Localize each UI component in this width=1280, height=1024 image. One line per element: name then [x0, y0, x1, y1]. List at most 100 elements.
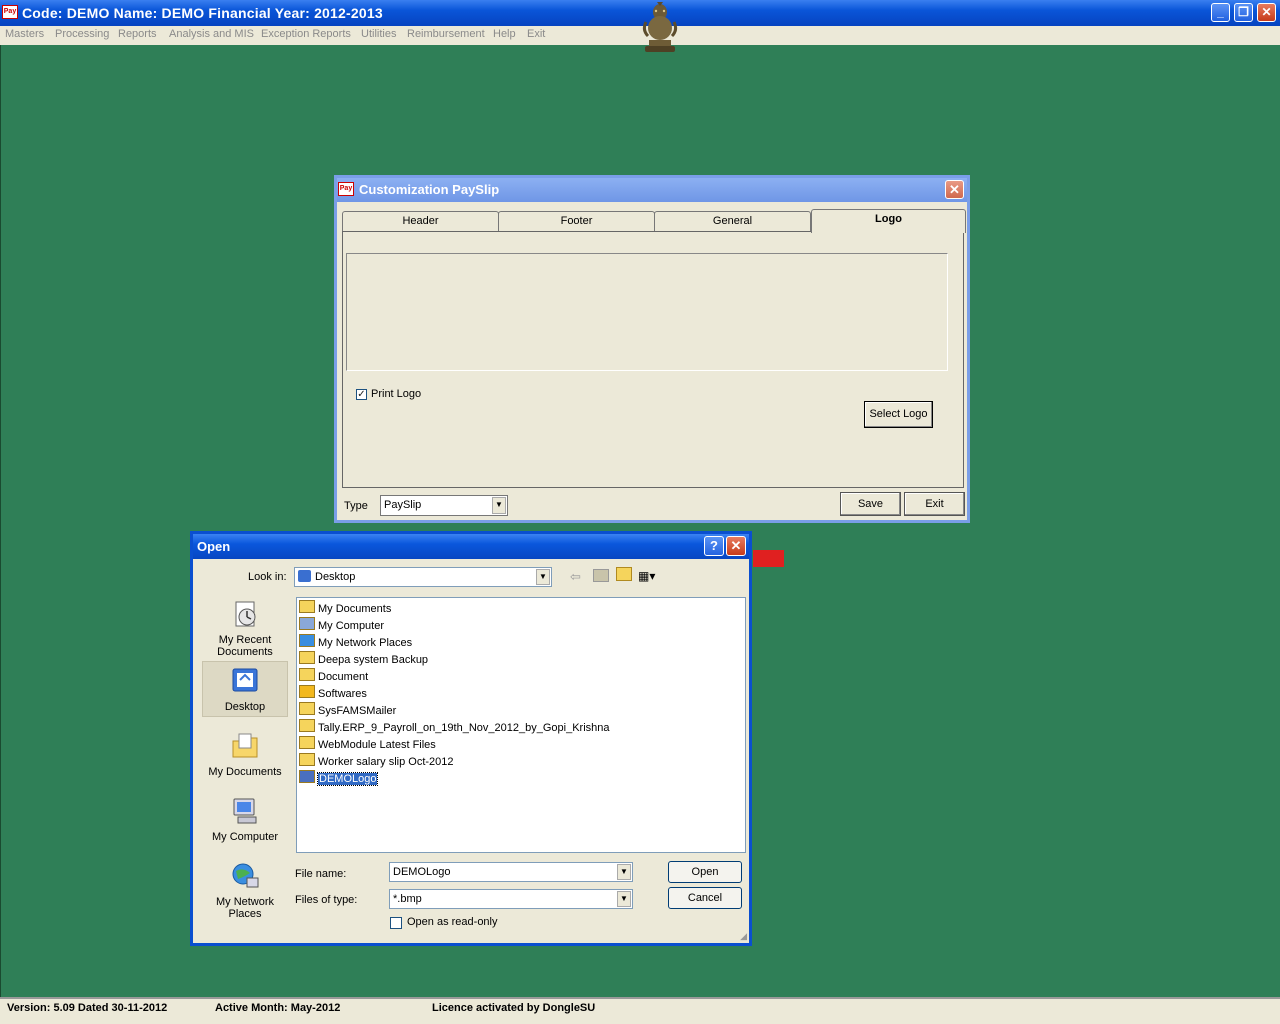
menu-exit[interactable]: Exit	[527, 28, 545, 40]
open-read-only-checkbox[interactable]	[390, 917, 402, 929]
chevron-down-icon[interactable]: ▼	[536, 569, 550, 585]
back-icon[interactable]: ⇦	[570, 569, 581, 585]
place-label: My Recent Documents	[217, 634, 273, 658]
close-button[interactable]: ✕	[726, 536, 746, 556]
file-list-item[interactable]: Tally.ERP_9_Payroll_on_19th_Nov_2012_by_…	[299, 719, 610, 735]
file-name: DEMOLogo	[316, 772, 379, 786]
look-in-select[interactable]: Desktop ▼	[294, 567, 552, 587]
file-list-item[interactable]: Deepa system Backup	[299, 651, 428, 667]
place-my-computer[interactable]: My Computer	[202, 796, 288, 843]
tab-general[interactable]: General	[654, 211, 811, 231]
status-licence: Licence activated by DongleSU	[432, 1002, 596, 1014]
place-my-recent-documents[interactable]: My Recent Documents	[202, 599, 288, 658]
logo-preview-area	[346, 253, 948, 371]
file-name-input[interactable]: DEMOLogo ▼	[389, 862, 633, 882]
select-logo-button[interactable]: Select Logo	[864, 401, 933, 428]
my-documents-icon	[299, 600, 315, 613]
chevron-down-icon[interactable]: ▼	[617, 891, 631, 907]
close-button[interactable]: ✕	[945, 180, 964, 199]
menu-processing[interactable]: Processing	[55, 28, 109, 40]
customization-payslip-dialog: Pay Customization PaySlip ✕ Header Foote…	[334, 175, 970, 523]
file-name: My Computer	[318, 620, 385, 632]
bitmap-icon	[299, 770, 315, 783]
folder-icon	[299, 753, 315, 766]
place-my-network-places[interactable]: My Network Places	[202, 861, 288, 920]
folder-icon	[299, 736, 315, 749]
tab-logo[interactable]: Logo	[811, 209, 966, 233]
app-icon: Pay	[2, 5, 18, 19]
folder-icon	[299, 651, 315, 664]
file-name: Softwares	[318, 688, 367, 700]
new-folder-icon[interactable]	[616, 567, 632, 581]
app-icon: Pay	[338, 182, 354, 196]
file-list-item[interactable]: My Computer	[299, 617, 384, 633]
file-list-item[interactable]: Document	[299, 668, 368, 684]
status-bar: Version: 5.09 Dated 30-11-2012 Active Mo…	[0, 997, 1280, 1024]
recent-documents-icon	[235, 601, 256, 627]
place-my-documents[interactable]: My Documents	[202, 731, 288, 778]
resize-grip-icon[interactable]: ◢	[740, 931, 747, 942]
status-version: Version: 5.09 Dated 30-11-2012	[7, 1002, 168, 1014]
menu-utilities[interactable]: Utilities	[361, 28, 396, 40]
menu-reimbursement[interactable]: Reimbursement	[407, 28, 485, 40]
folder-icon	[299, 719, 315, 732]
save-button[interactable]: Save	[840, 492, 901, 516]
file-list-item[interactable]: WebModule Latest Files	[299, 736, 436, 752]
close-button[interactable]: ✕	[1257, 3, 1276, 22]
look-in-value: Desktop	[315, 571, 356, 583]
look-in-label: Look in:	[248, 571, 287, 583]
dialog-title-bar: Pay Customization PaySlip ✕	[337, 178, 967, 202]
file-name: WebModule Latest Files	[318, 739, 436, 751]
file-name-label: File name:	[295, 868, 347, 880]
tab-footer[interactable]: Footer	[498, 211, 655, 231]
place-label: My Documents	[208, 766, 282, 778]
menu-masters[interactable]: Masters	[5, 28, 44, 40]
file-list-item[interactable]: Softwares	[299, 685, 367, 701]
file-type-value: *.bmp	[393, 893, 422, 905]
file-list-item[interactable]: DEMOLogo	[299, 770, 379, 786]
file-list-item[interactable]: My Network Places	[299, 634, 412, 650]
open-read-only-label: Open as read-only	[407, 916, 498, 928]
chevron-down-icon[interactable]: ▼	[617, 864, 631, 880]
cancel-button[interactable]: Cancel	[668, 887, 742, 909]
folder-icon	[299, 702, 315, 715]
file-list-item[interactable]: My Documents	[299, 600, 391, 616]
menu-exception-reports[interactable]: Exception Reports	[261, 28, 351, 40]
place-desktop[interactable]: Desktop	[202, 661, 288, 717]
exit-button[interactable]: Exit	[904, 492, 965, 516]
file-list[interactable]: My Documents My Computer My Network Places…	[296, 597, 746, 853]
tab-header[interactable]: Header	[342, 211, 499, 231]
files-of-type-select[interactable]: *.bmp ▼	[389, 889, 633, 909]
file-name: Deepa system Backup	[318, 654, 429, 666]
menu-help[interactable]: Help	[493, 28, 516, 40]
star-folder-icon	[299, 685, 315, 698]
place-label: My Network Places	[215, 896, 275, 920]
chevron-down-icon[interactable]: ▼	[492, 497, 506, 514]
dialog-title-bar: Open ? ✕	[193, 534, 749, 559]
up-folder-icon[interactable]	[593, 569, 609, 582]
open-button[interactable]: Open	[668, 861, 742, 883]
view-menu-icon[interactable]: ▦▾	[638, 569, 655, 583]
place-label: Desktop	[224, 701, 266, 713]
place-label: My Computer	[211, 831, 279, 843]
places-bar: My Recent Documents Desktop My Documents…	[202, 591, 288, 921]
files-of-type-label: Files of type:	[295, 894, 358, 906]
file-name: SysFAMSMailer	[318, 705, 397, 717]
network-places-icon	[232, 863, 259, 888]
print-logo-checkbox[interactable]: ✓	[356, 389, 367, 400]
file-name: My Documents	[318, 603, 392, 615]
restore-button[interactable]: ❐	[1234, 3, 1253, 22]
file-name: My Network Places	[318, 637, 413, 649]
app-title: Code: DEMO Name: DEMO Financial Year: 20…	[22, 5, 383, 21]
menu-analysis-and-mis[interactable]: Analysis and MIS	[169, 28, 254, 40]
help-button[interactable]: ?	[704, 536, 724, 556]
minimize-button[interactable]: _	[1211, 3, 1230, 22]
file-list-item[interactable]: Worker salary slip Oct-2012	[299, 753, 454, 769]
dialog-title: Customization PaySlip	[359, 182, 500, 197]
my-computer-icon	[233, 798, 257, 824]
menu-reports[interactable]: Reports	[118, 28, 157, 40]
file-name-value: DEMOLogo	[393, 866, 451, 878]
type-select[interactable]: PaySlip ▼	[380, 495, 508, 516]
type-value: PaySlip	[384, 499, 422, 511]
file-list-item[interactable]: SysFAMSMailer	[299, 702, 396, 718]
